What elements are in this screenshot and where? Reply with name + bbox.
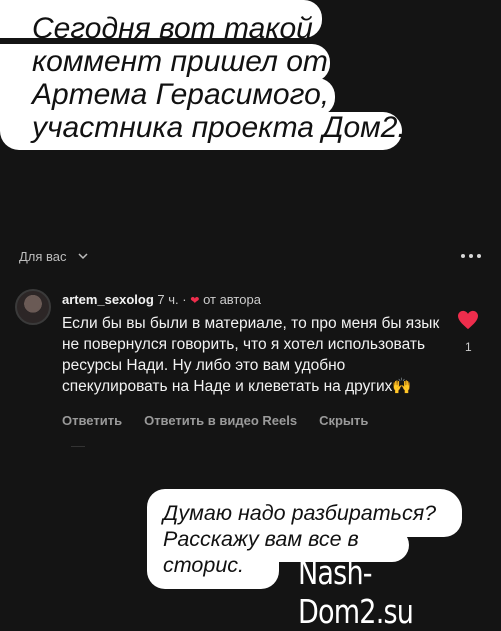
heart-icon bbox=[458, 310, 478, 330]
watermark: Nash-Dom2.su bbox=[298, 553, 414, 631]
reply-reels-button[interactable]: Ответить в видео Reels bbox=[144, 413, 297, 428]
comment-text: Если бы вы были в материале, то про меня… bbox=[62, 315, 440, 395]
comments-header: Для вас bbox=[19, 246, 481, 266]
author-heart-icon: ❤ bbox=[190, 295, 200, 307]
comment-actions: Ответить Ответить в видео Reels Скрыть bbox=[62, 413, 368, 428]
comment-meta: artem_sexolog 7 ч. · ❤ от автора bbox=[62, 292, 261, 307]
sort-label: Для вас bbox=[19, 248, 67, 264]
meta-separator: · bbox=[182, 292, 187, 307]
comment-username[interactable]: artem_sexolog bbox=[62, 292, 154, 307]
liked-by-author: от автора bbox=[203, 292, 261, 307]
hide-button[interactable]: Скрыть bbox=[319, 413, 368, 428]
like-button[interactable] bbox=[456, 310, 480, 335]
like-count: 1 bbox=[465, 340, 472, 354]
avatar[interactable] bbox=[15, 289, 51, 325]
divider bbox=[71, 446, 85, 447]
sort-dropdown[interactable]: Для вас bbox=[19, 249, 89, 264]
reply-button[interactable]: Ответить bbox=[62, 413, 122, 428]
comment-time: 7 ч. bbox=[157, 292, 179, 307]
chevron-down-icon bbox=[78, 253, 88, 260]
caption-top-text: Сегодня вот такой коммент пришел от Арте… bbox=[32, 12, 406, 144]
more-icon[interactable] bbox=[461, 254, 481, 258]
